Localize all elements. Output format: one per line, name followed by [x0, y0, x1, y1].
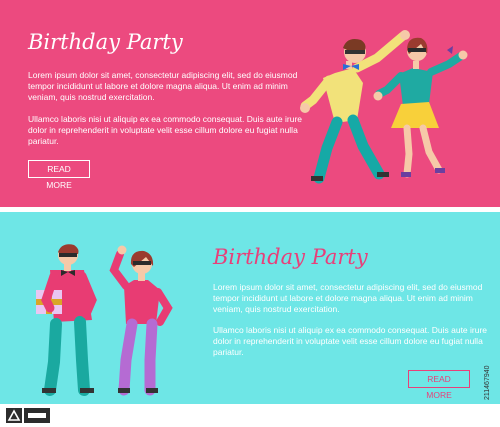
- top-banner-title: Birthday Party: [28, 30, 183, 54]
- dancing-couple-illustration: [300, 30, 468, 184]
- bottom-banner: Birthday Party Lorem ipsum dolor sit ame…: [0, 212, 500, 404]
- top-banner: Birthday Party Lorem ipsum dolor sit ame…: [0, 0, 500, 207]
- bottom-banner-paragraph-1: Lorem ipsum dolor sit amet, consectetur …: [213, 282, 483, 314]
- top-banner-paragraph-2: Ullamco laboris nisi ut aliquip ex ea co…: [28, 114, 303, 146]
- bottom-banner-title: Birthday Party: [213, 245, 368, 269]
- bottom-banner-paragraph-2: Ullamco laboris nisi ut aliquip ex ea co…: [213, 325, 488, 357]
- top-read-more-button[interactable]: READ MORE: [28, 160, 90, 190]
- top-banner-paragraph-1: Lorem ipsum dolor sit amet, consectetur …: [28, 70, 298, 102]
- man-holding-gift-figure: [36, 244, 97, 396]
- dancing-man-figure: [300, 30, 410, 184]
- bottom-read-more-button[interactable]: READ MORE: [408, 370, 470, 400]
- gift-couple-illustration: [36, 244, 173, 396]
- adobe-stock-logo-icon: [6, 408, 50, 423]
- woman-waving-figure: [109, 245, 173, 396]
- stock-footer-bar: [0, 404, 500, 427]
- dancing-woman-figure: [373, 37, 468, 178]
- stock-id-vertical: 211467940: [484, 365, 491, 400]
